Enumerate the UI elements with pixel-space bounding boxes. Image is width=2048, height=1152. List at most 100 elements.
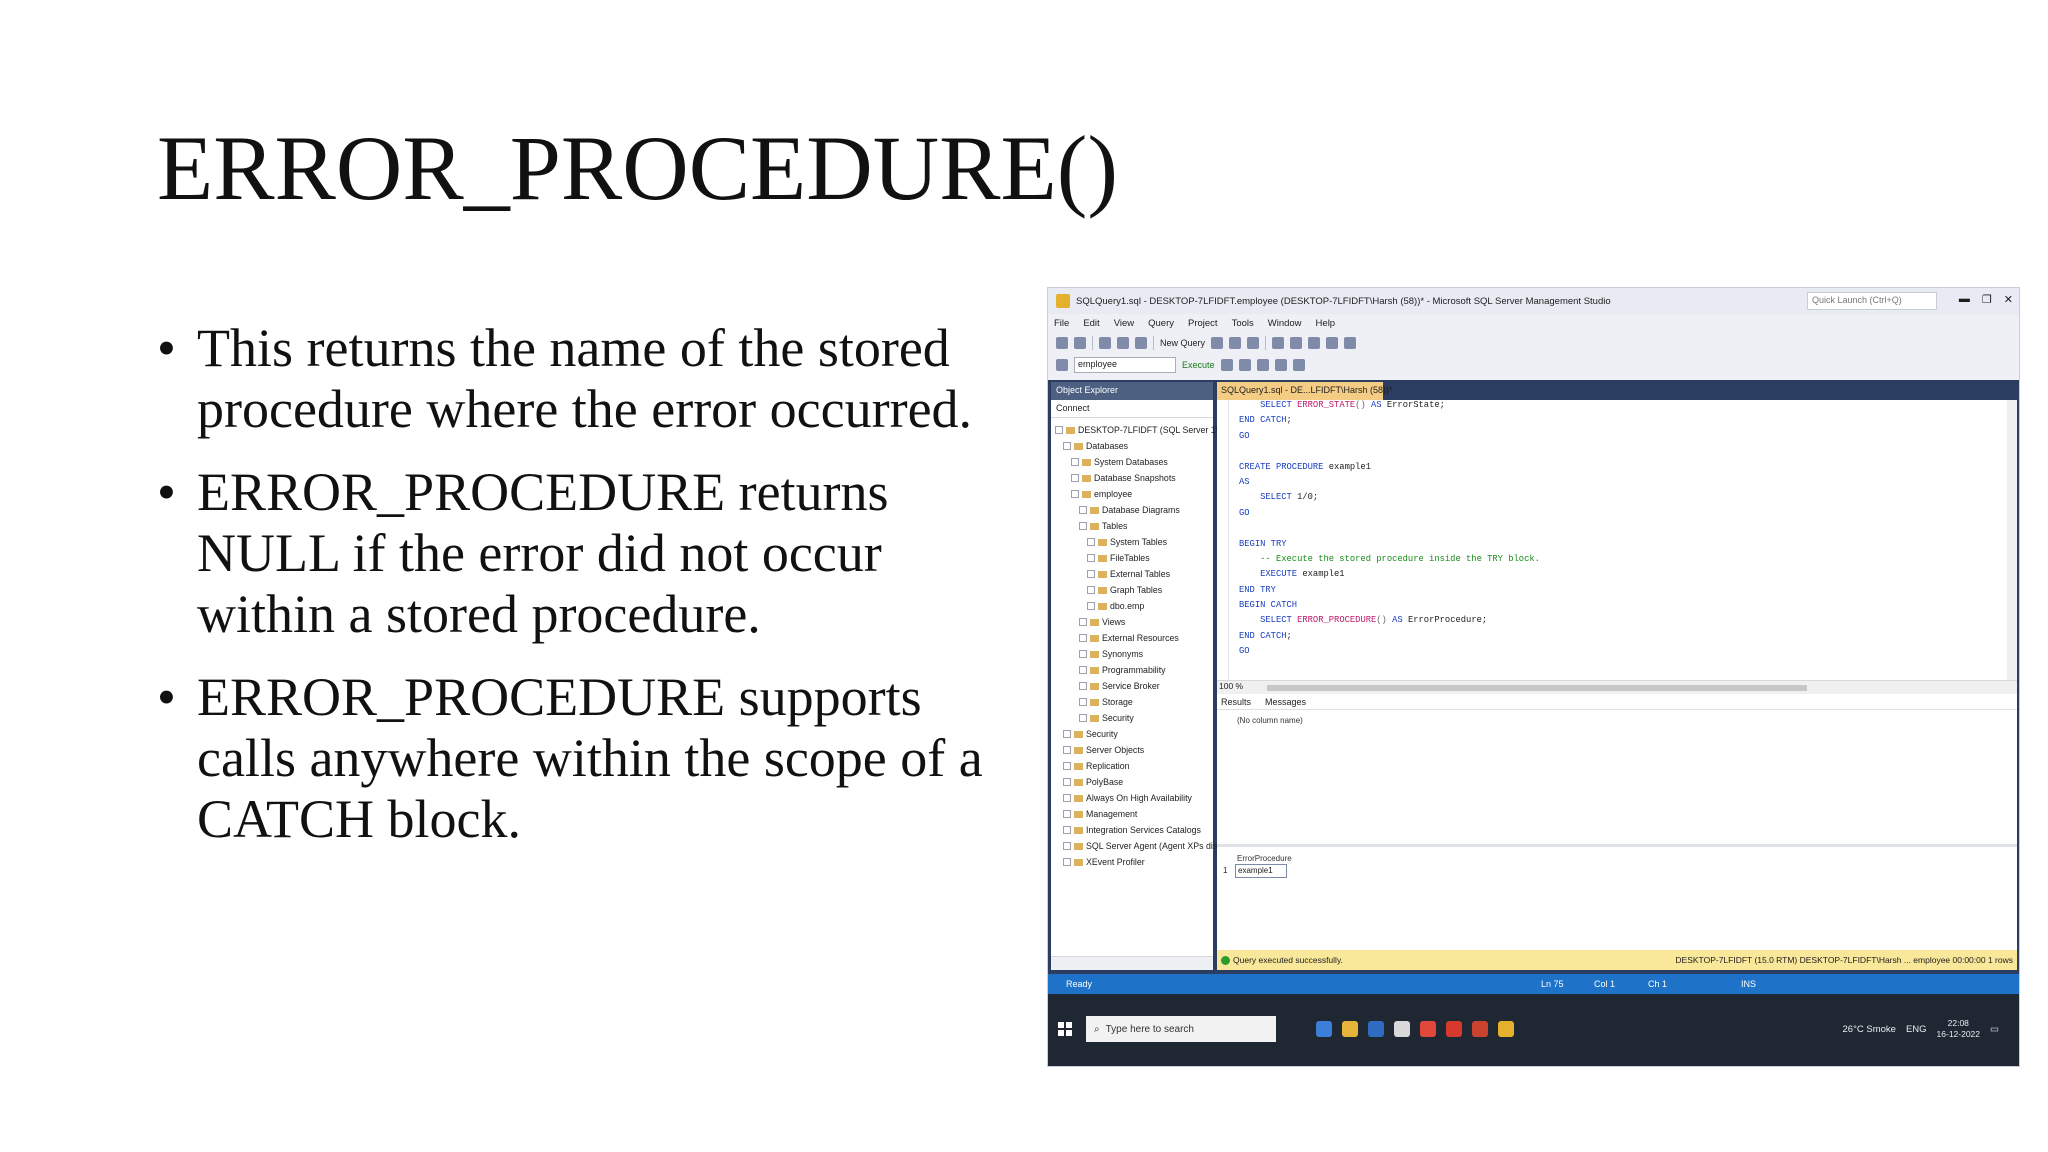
explorer-scrollbar[interactable] bbox=[1051, 956, 1213, 970]
messages-tab[interactable]: Messages bbox=[1265, 697, 1306, 707]
xmla-icon[interactable] bbox=[1247, 337, 1260, 349]
ssms-taskbar-icon[interactable] bbox=[1498, 1021, 1514, 1037]
expand-toggle-icon[interactable] bbox=[1063, 442, 1071, 450]
open-icon[interactable] bbox=[1099, 337, 1111, 349]
expand-toggle-icon[interactable] bbox=[1087, 570, 1095, 578]
display-plan-icon[interactable] bbox=[1238, 359, 1251, 371]
close-icon[interactable]: ✕ bbox=[2004, 293, 2013, 306]
expand-toggle-icon[interactable] bbox=[1063, 730, 1071, 738]
expand-toggle-icon[interactable] bbox=[1079, 650, 1087, 658]
expand-toggle-icon[interactable] bbox=[1063, 842, 1071, 850]
expand-toggle-icon[interactable] bbox=[1079, 666, 1087, 674]
language-indicator[interactable]: ENG bbox=[1906, 1024, 1927, 1035]
menu-query[interactable]: Query bbox=[1148, 318, 1174, 329]
tree-item[interactable]: Views bbox=[1051, 614, 1213, 630]
expand-toggle-icon[interactable] bbox=[1071, 458, 1079, 466]
wps-icon[interactable] bbox=[1446, 1021, 1462, 1037]
menu-window[interactable]: Window bbox=[1268, 318, 1302, 329]
tree-item[interactable]: Integration Services Catalogs bbox=[1051, 822, 1213, 838]
copy-icon[interactable] bbox=[1290, 337, 1303, 349]
tree-item[interactable]: Storage bbox=[1051, 694, 1213, 710]
tree-item[interactable]: Databases bbox=[1051, 438, 1213, 454]
store-icon[interactable] bbox=[1394, 1021, 1410, 1037]
expand-toggle-icon[interactable] bbox=[1079, 698, 1087, 706]
new-query-button[interactable]: New Query bbox=[1160, 338, 1205, 348]
minimize-icon[interactable]: ▬ bbox=[1959, 293, 1970, 306]
expand-toggle-icon[interactable] bbox=[1079, 714, 1087, 722]
tree-item[interactable]: Graph Tables bbox=[1051, 582, 1213, 598]
comment-icon[interactable] bbox=[1274, 359, 1287, 371]
horizontal-scrollbar[interactable] bbox=[1267, 685, 1807, 691]
expand-toggle-icon[interactable] bbox=[1063, 858, 1071, 866]
tree-item[interactable]: PolyBase bbox=[1051, 774, 1213, 790]
expand-toggle-icon[interactable] bbox=[1063, 746, 1071, 754]
edge-icon[interactable] bbox=[1316, 1021, 1332, 1037]
expand-toggle-icon[interactable] bbox=[1063, 794, 1071, 802]
save-all-icon[interactable] bbox=[1135, 337, 1147, 349]
expand-toggle-icon[interactable] bbox=[1087, 602, 1095, 610]
connect-button[interactable]: Connect bbox=[1051, 400, 1213, 418]
connect-icon[interactable] bbox=[1056, 359, 1068, 371]
grid-cell[interactable]: example1 bbox=[1235, 864, 1287, 878]
undo-icon[interactable] bbox=[1326, 337, 1339, 349]
menu-project[interactable]: Project bbox=[1188, 318, 1218, 329]
expand-toggle-icon[interactable] bbox=[1087, 586, 1095, 594]
tree-item[interactable]: Service Broker bbox=[1051, 678, 1213, 694]
results-tab[interactable]: Results bbox=[1221, 697, 1251, 707]
expand-toggle-icon[interactable] bbox=[1079, 634, 1087, 642]
clock[interactable]: 22:08 16-12-2022 bbox=[1937, 1018, 1980, 1040]
tree-item[interactable]: Replication bbox=[1051, 758, 1213, 774]
menu-help[interactable]: Help bbox=[1316, 318, 1336, 329]
tree-item[interactable]: Database Diagrams bbox=[1051, 502, 1213, 518]
menu-file[interactable]: File bbox=[1054, 318, 1069, 329]
query-tab[interactable]: SQLQuery1.sql - DE...LFIDFT\Harsh (58))* bbox=[1217, 382, 1393, 400]
expand-toggle-icon[interactable] bbox=[1079, 618, 1087, 626]
editor-scrollbar[interactable] bbox=[2007, 400, 2017, 680]
tree-item[interactable]: Always On High Availability bbox=[1051, 790, 1213, 806]
menu-tools[interactable]: Tools bbox=[1232, 318, 1254, 329]
tree-item[interactable]: Database Snapshots bbox=[1051, 470, 1213, 486]
uncomment-icon[interactable] bbox=[1292, 359, 1305, 371]
results-to-grid-icon[interactable] bbox=[1256, 359, 1269, 371]
database-select[interactable]: employee bbox=[1074, 357, 1176, 373]
dmx-icon[interactable] bbox=[1229, 337, 1242, 349]
powerpoint-icon[interactable] bbox=[1472, 1021, 1488, 1037]
parse-icon[interactable] bbox=[1220, 359, 1233, 371]
back-icon[interactable] bbox=[1056, 337, 1068, 349]
tree-item[interactable]: System Databases bbox=[1051, 454, 1213, 470]
expand-toggle-icon[interactable] bbox=[1087, 554, 1095, 562]
expand-toggle-icon[interactable] bbox=[1063, 778, 1071, 786]
expand-toggle-icon[interactable] bbox=[1063, 810, 1071, 818]
cut-icon[interactable] bbox=[1272, 337, 1285, 349]
tree-item[interactable]: Server Objects bbox=[1051, 742, 1213, 758]
forward-icon[interactable] bbox=[1074, 337, 1086, 349]
quick-launch-input[interactable]: Quick Launch (Ctrl+Q) bbox=[1807, 292, 1937, 310]
expand-toggle-icon[interactable] bbox=[1063, 826, 1071, 834]
chrome-icon[interactable] bbox=[1420, 1021, 1436, 1037]
expand-toggle-icon[interactable] bbox=[1055, 426, 1063, 434]
menu-edit[interactable]: Edit bbox=[1083, 318, 1099, 329]
tree-item[interactable]: DESKTOP-7LFIDFT (SQL Server 15.0.2000 bbox=[1051, 422, 1250, 438]
redo-icon[interactable] bbox=[1344, 337, 1357, 349]
expand-toggle-icon[interactable] bbox=[1071, 474, 1079, 482]
expand-toggle-icon[interactable] bbox=[1079, 682, 1087, 690]
tree-item[interactable]: System Tables bbox=[1051, 534, 1213, 550]
restore-icon[interactable]: ❐ bbox=[1982, 293, 1992, 306]
execute-button[interactable]: Execute bbox=[1182, 360, 1215, 370]
tree-item[interactable]: Management bbox=[1051, 806, 1213, 822]
tree-item[interactable]: Programmability bbox=[1051, 662, 1213, 678]
tree-item[interactable]: SQL Server Agent (Agent XPs disabled bbox=[1051, 838, 1239, 854]
save-icon[interactable] bbox=[1117, 337, 1129, 349]
expand-toggle-icon[interactable] bbox=[1071, 490, 1079, 498]
windows-start-icon[interactable] bbox=[1058, 1022, 1072, 1036]
expand-toggle-icon[interactable] bbox=[1079, 522, 1087, 530]
sql-code-editor[interactable]: SELECT ERROR_STATE() AS ErrorState; END … bbox=[1217, 400, 2017, 680]
expand-toggle-icon[interactable] bbox=[1087, 538, 1095, 546]
weather-widget[interactable]: 26°C Smoke bbox=[1843, 1024, 1896, 1035]
tree-item[interactable]: XEvent Profiler bbox=[1051, 854, 1213, 870]
expand-toggle-icon[interactable] bbox=[1079, 506, 1087, 514]
tree-item[interactable]: Synonyms bbox=[1051, 646, 1213, 662]
tree-item[interactable]: Security bbox=[1051, 726, 1213, 742]
tree-item[interactable]: Tables bbox=[1051, 518, 1213, 534]
tree-item[interactable]: External Tables bbox=[1051, 566, 1213, 582]
